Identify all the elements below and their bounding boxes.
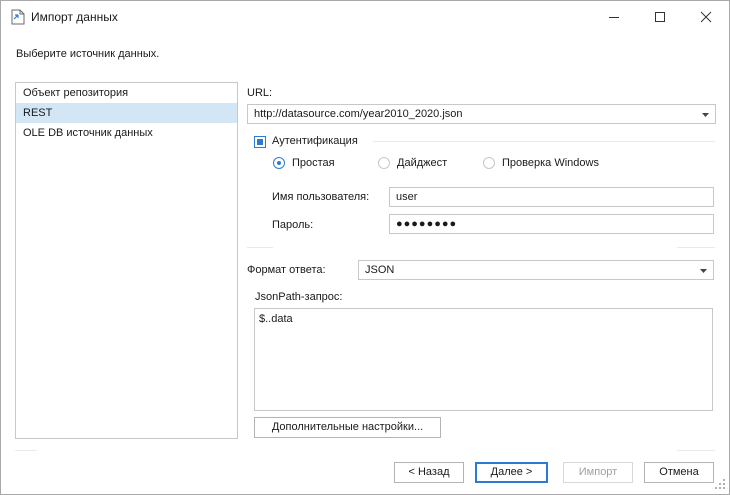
password-value: ●●●●●●●● xyxy=(396,218,458,230)
source-item-label: REST xyxy=(23,107,53,119)
format-label: Формат ответа: xyxy=(247,264,326,276)
close-icon xyxy=(700,11,712,23)
source-item-oledb[interactable]: OLE DB источник данных xyxy=(16,123,237,143)
jsonpath-label: JsonPath-запрос: xyxy=(255,291,343,303)
source-item-label: Объект репозитория xyxy=(23,87,129,99)
import-data-dialog: Импорт данных Выберите источник данных. … xyxy=(0,0,730,495)
footer-divider-right xyxy=(677,450,715,451)
jsonpath-textarea[interactable]: $..data xyxy=(254,308,713,411)
auth-digest-label: Дайджест xyxy=(397,157,448,169)
source-prompt: Выберите источник данных. xyxy=(16,48,160,60)
next-button-label: Далее > xyxy=(490,466,533,478)
auth-windows-label: Проверка Windows xyxy=(502,157,599,169)
minimize-icon xyxy=(609,17,619,18)
next-button[interactable]: Далее > xyxy=(475,462,548,483)
auth-simple-radio[interactable] xyxy=(273,157,285,169)
auth-group-divider-left xyxy=(247,247,273,248)
maximize-icon xyxy=(655,12,665,22)
advanced-settings-label: Дополнительные настройки... xyxy=(271,421,424,433)
source-item-label: OLE DB источник данных xyxy=(23,127,153,139)
auth-simple-label: Простая xyxy=(292,157,335,169)
document-import-icon xyxy=(11,9,25,25)
jsonpath-value: $..data xyxy=(259,313,293,325)
radio-dot-icon xyxy=(277,161,281,165)
window-title: Импорт данных xyxy=(31,10,118,24)
auth-checkbox[interactable] xyxy=(254,136,266,148)
source-item-repository[interactable]: Объект репозитория xyxy=(16,83,237,103)
source-list[interactable]: Объект репозитория REST OLE DB источник … xyxy=(15,82,238,439)
title-bar[interactable]: Импорт данных xyxy=(1,1,729,33)
auth-label: Аутентификация xyxy=(272,135,358,147)
back-button-label: < Назад xyxy=(408,466,450,478)
import-button[interactable]: Импорт xyxy=(563,462,633,483)
maximize-button[interactable] xyxy=(637,1,683,33)
url-label: URL: xyxy=(247,87,273,99)
format-value: JSON xyxy=(365,264,395,276)
back-button[interactable]: < Назад xyxy=(394,462,464,483)
password-field[interactable]: ●●●●●●●● xyxy=(389,214,714,234)
format-combobox[interactable]: JSON xyxy=(358,260,714,280)
auth-windows-radio[interactable] xyxy=(483,157,495,169)
username-label: Имя пользователя: xyxy=(272,191,370,203)
resize-grip-icon[interactable] xyxy=(715,479,726,490)
checkbox-check-icon xyxy=(257,139,263,145)
password-label: Пароль: xyxy=(272,219,314,231)
advanced-settings-button[interactable]: Дополнительные настройки... xyxy=(254,417,441,438)
dropdown-arrow-icon xyxy=(700,269,707,273)
source-item-rest[interactable]: REST xyxy=(16,103,237,123)
import-button-label: Импорт xyxy=(578,466,618,478)
url-value: http://datasource.com/year2010_2020.json xyxy=(254,108,463,120)
minimize-button[interactable] xyxy=(591,1,637,33)
url-combobox[interactable]: http://datasource.com/year2010_2020.json xyxy=(247,104,716,124)
auth-group-divider-right xyxy=(677,247,715,248)
username-field[interactable]: user xyxy=(389,187,714,207)
close-button[interactable] xyxy=(683,1,729,33)
auth-digest-radio[interactable] xyxy=(378,157,390,169)
username-value: user xyxy=(396,191,418,203)
auth-group-divider xyxy=(373,141,715,142)
dropdown-arrow-icon xyxy=(702,113,709,117)
cancel-button-label: Отмена xyxy=(659,466,699,478)
footer-divider-left xyxy=(15,450,37,451)
cancel-button[interactable]: Отмена xyxy=(644,462,714,483)
